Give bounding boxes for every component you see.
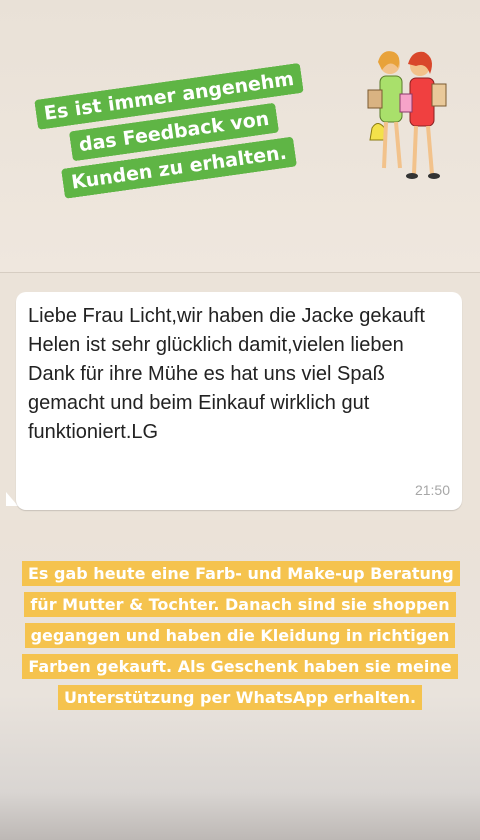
- caption-bottom-text: Es gab heute eine Farb- und Make-up Bera…: [22, 561, 460, 710]
- caption-bottom: Es gab heute eine Farb- und Make-up Bera…: [22, 558, 460, 713]
- chat-message-bubble[interactable]: Liebe Frau Licht,wir haben die Jacke gek…: [16, 292, 462, 510]
- chat-message-text: Liebe Frau Licht,wir haben die Jacke gek…: [28, 305, 437, 443]
- chat-message-time: 21:50: [414, 482, 450, 498]
- shopping-women-sticker-icon: [360, 44, 452, 182]
